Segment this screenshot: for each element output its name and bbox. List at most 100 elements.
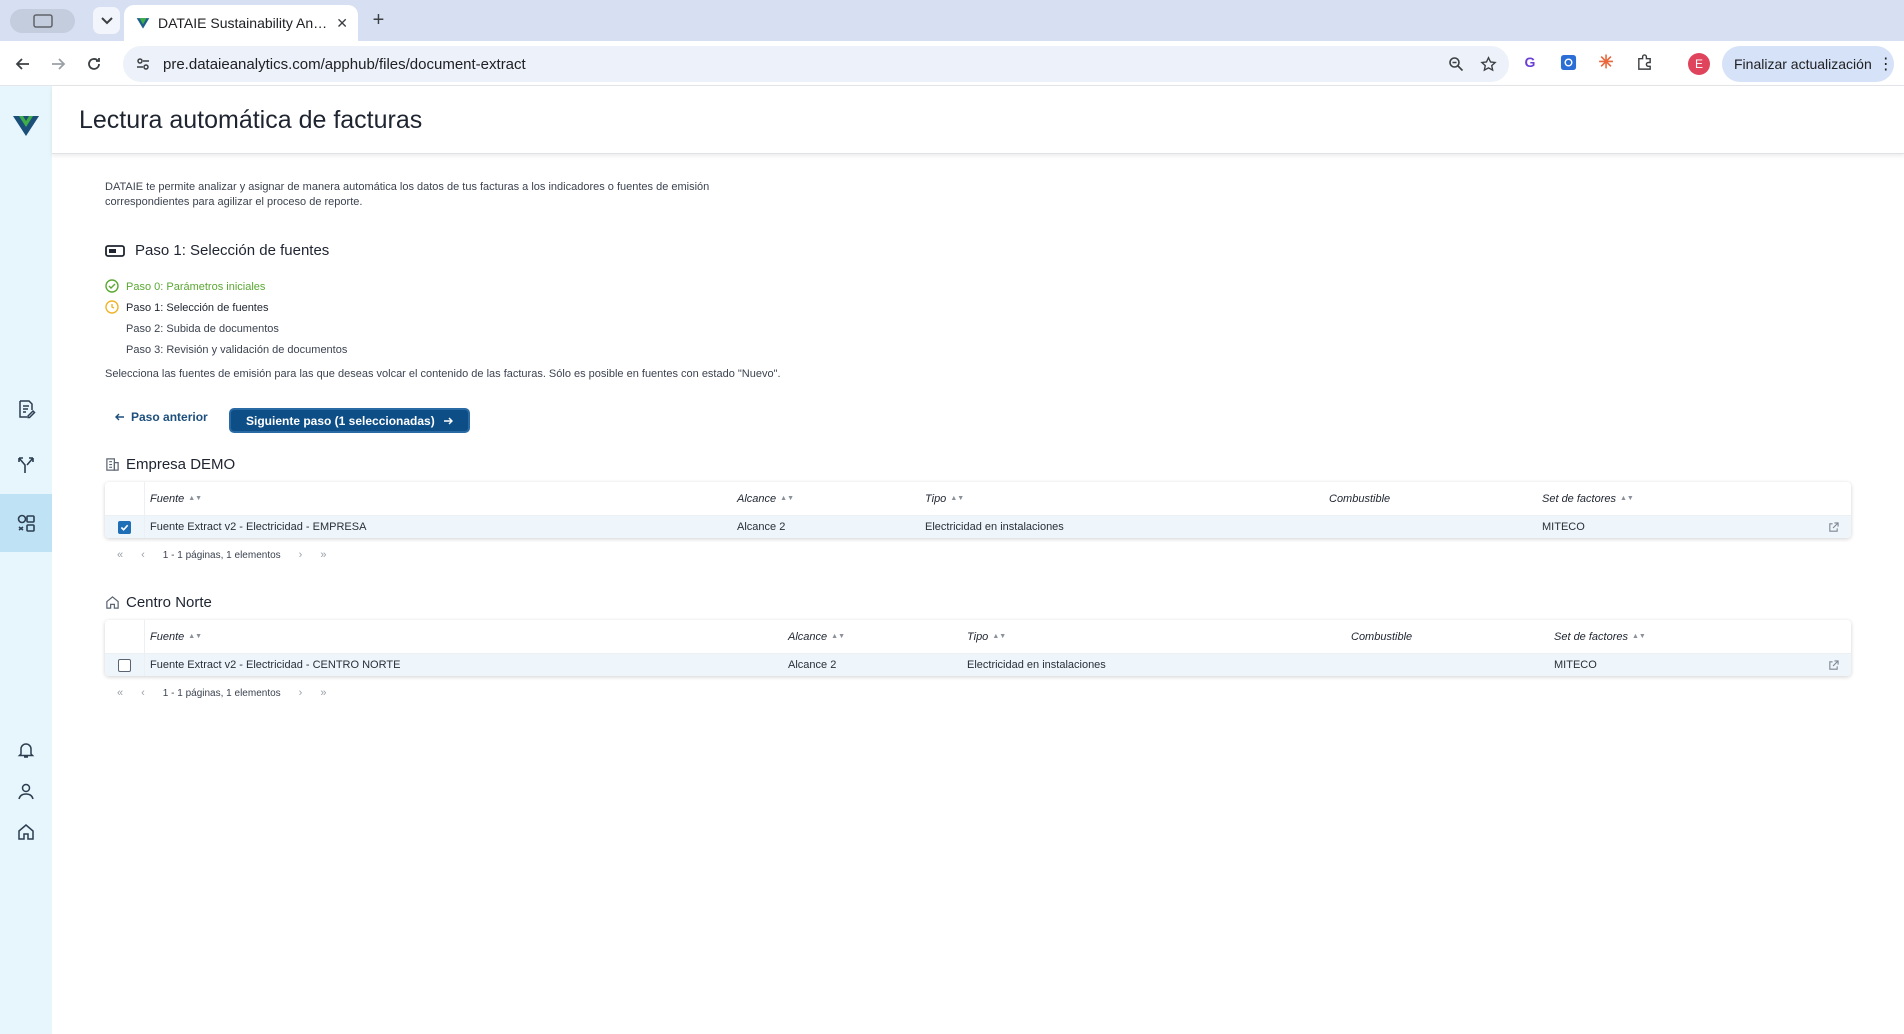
previous-page-icon[interactable]: ‹ xyxy=(141,687,145,699)
chevron-down-icon xyxy=(100,16,113,24)
next-step-label: Siguiente paso (1 seleccionadas) xyxy=(246,413,435,428)
reload-button[interactable] xyxy=(81,51,107,77)
selection-note: Selecciona las fuentes de emisión para l… xyxy=(105,368,781,380)
row-checkbox[interactable] xyxy=(118,520,131,534)
new-tab-button[interactable]: + xyxy=(365,7,392,34)
address-bar[interactable]: pre.dataieanalytics.com/apphub/files/doc… xyxy=(123,46,1509,82)
row-checkbox-cell xyxy=(105,654,145,676)
table-row[interactable]: Fuente Extract v2 - Electricidad - EMPRE… xyxy=(105,516,1851,538)
zoom-icon[interactable] xyxy=(1448,56,1464,72)
step-1: Paso 1: Selección de fuentes xyxy=(105,297,347,318)
cell-fuente: Fuente Extract v2 - Electricidad - EMPRE… xyxy=(150,521,367,533)
sources-table: Fuente ▲▼ Alcance ▲▼ Tipo ▲▼ Combustible Se… xyxy=(105,620,1851,676)
table-row[interactable]: Fuente Extract v2 - Electricidad - CENTR… xyxy=(105,654,1851,676)
page-title: Lectura automática de facturas xyxy=(79,106,423,134)
sort-icon: ▲▼ xyxy=(831,633,845,640)
col-alcance[interactable]: Alcance ▲▼ xyxy=(735,493,923,505)
step-label: Paso 3: Revisión y validación de documen… xyxy=(126,343,348,356)
profile-avatar[interactable]: E xyxy=(1688,53,1710,75)
group-empresa-demo: Empresa DEMO Fuente ▲▼ Alcance ▲▼ Tipo ▲▼ C… xyxy=(105,454,1855,572)
col-alcance[interactable]: Alcance ▲▼ xyxy=(786,631,965,643)
steps-list: Paso 0: Parámetros iniciales Paso 1: Sel… xyxy=(105,276,347,360)
extensions-puzzle-icon[interactable] xyxy=(1634,52,1654,72)
claude-extension-icon[interactable]: ✳ xyxy=(1596,52,1616,72)
group-name: Empresa DEMO xyxy=(126,455,236,473)
col-fuente[interactable]: Fuente ▲▼ xyxy=(148,493,735,505)
arrow-right-icon xyxy=(52,58,66,70)
more-vert-icon[interactable]: ⋮ xyxy=(1878,54,1894,74)
arrow-right-icon xyxy=(443,417,453,424)
header-checkbox-cell xyxy=(105,482,145,515)
col-tipo[interactable]: Tipo ▲▼ xyxy=(923,493,1327,505)
cell-tipo: Electricidad en instalaciones xyxy=(967,659,1106,671)
col-tipo[interactable]: Tipo ▲▼ xyxy=(965,631,1349,643)
bell-icon xyxy=(17,743,35,758)
step-2: Paso 2: Subida de documentos xyxy=(105,318,347,339)
intro-text: DATAIE te permite analizar y asignar de … xyxy=(105,180,745,210)
check-circle-icon xyxy=(105,279,119,293)
tab-search-button[interactable] xyxy=(93,7,120,34)
row-checkbox-cell xyxy=(105,516,145,538)
header-checkbox-cell xyxy=(105,620,145,653)
sources-table: Fuente ▲▼ Alcance ▲▼ Tipo ▲▼ Combustible Se… xyxy=(105,482,1851,538)
col-fuente[interactable]: Fuente ▲▼ xyxy=(148,631,786,643)
open-external-icon[interactable] xyxy=(1828,659,1839,671)
group-title: Empresa DEMO xyxy=(105,454,1855,474)
previous-page-icon[interactable]: ‹ xyxy=(141,549,145,561)
sidebar-item-home[interactable] xyxy=(0,803,52,861)
cell-alcance: Alcance 2 xyxy=(737,521,786,533)
last-page-icon[interactable]: » xyxy=(320,687,326,699)
group-name: Centro Norte xyxy=(126,593,212,611)
merge-flow-icon xyxy=(18,457,34,473)
update-chrome-button[interactable]: Finalizar actualización ⋮ xyxy=(1722,46,1894,82)
step-title: Paso 1: Selección de fuentes xyxy=(135,242,330,259)
cell-set-factores: MITECO xyxy=(1554,659,1597,671)
arrow-left-icon xyxy=(15,58,29,70)
close-tab-icon[interactable]: ✕ xyxy=(336,15,348,32)
sidebar-item-documents[interactable] xyxy=(0,380,52,438)
bookmark-star-icon[interactable] xyxy=(1480,55,1497,73)
open-external-icon[interactable] xyxy=(1828,521,1839,533)
browser-tab-active[interactable]: DATAIE Sustainability Analytics ✕ xyxy=(124,5,358,41)
clock-icon xyxy=(105,300,119,314)
reload-icon xyxy=(88,58,100,70)
intro-line-1: DATAIE te permite analizar y asignar de … xyxy=(105,181,710,193)
first-page-icon[interactable]: « xyxy=(117,549,123,561)
col-set-factores[interactable]: Set de factores ▲▼ xyxy=(1552,631,1752,643)
group-title: Centro Norte xyxy=(105,592,1855,612)
sort-icon: ▲▼ xyxy=(1632,633,1646,640)
grammarly-extension-icon[interactable]: G xyxy=(1520,52,1540,72)
dataie-favicon-icon xyxy=(136,18,150,29)
sidebar-item-document-extract[interactable] xyxy=(0,494,52,552)
table-header: Fuente ▲▼ Alcance ▲▼ Tipo ▲▼ Combustible Se… xyxy=(105,482,1851,516)
col-combustible: Combustible xyxy=(1351,630,1413,643)
next-step-button[interactable]: Siguiente paso (1 seleccionadas) xyxy=(229,408,470,433)
previous-step-button[interactable]: Paso anterior xyxy=(115,410,208,424)
main-content: Lectura automática de facturas DATAIE te… xyxy=(52,86,1904,1034)
step-label: Paso 1: Selección de fuentes xyxy=(126,301,269,314)
arrow-left-icon xyxy=(115,413,124,421)
step-0: Paso 0: Parámetros iniciales xyxy=(105,276,347,297)
sidebar-item-flows[interactable] xyxy=(0,436,52,494)
step-label: Paso 0: Parámetros iniciales xyxy=(126,280,266,293)
translate-extension-icon[interactable] xyxy=(1558,52,1578,72)
cell-alcance: Alcance 2 xyxy=(788,659,837,671)
back-button[interactable] xyxy=(10,51,36,77)
url-text: pre.dataieanalytics.com/apphub/files/doc… xyxy=(163,55,526,73)
forward-button[interactable] xyxy=(45,51,71,77)
next-page-icon[interactable]: › xyxy=(299,687,303,699)
cell-tipo: Electricidad en instalaciones xyxy=(925,521,1064,533)
row-checkbox[interactable] xyxy=(118,658,131,672)
site-settings-icon[interactable] xyxy=(135,56,151,72)
sort-icon: ▲▼ xyxy=(188,495,203,502)
group-centro-norte: Centro Norte Fuente ▲▼ Alcance ▲▼ Tipo ▲▼ C… xyxy=(105,592,1855,710)
window-icon xyxy=(32,14,53,28)
browser-tabbar: DATAIE Sustainability Analytics ✕ + xyxy=(0,0,1904,41)
last-page-icon[interactable]: » xyxy=(320,549,326,561)
col-set-factores[interactable]: Set de factores ▲▼ xyxy=(1540,493,1740,505)
first-page-icon[interactable]: « xyxy=(117,687,123,699)
progress-bar-icon xyxy=(105,244,125,257)
next-page-icon[interactable]: › xyxy=(299,549,303,561)
window-switcher-button[interactable] xyxy=(10,9,75,33)
dataie-logo[interactable] xyxy=(13,114,39,143)
